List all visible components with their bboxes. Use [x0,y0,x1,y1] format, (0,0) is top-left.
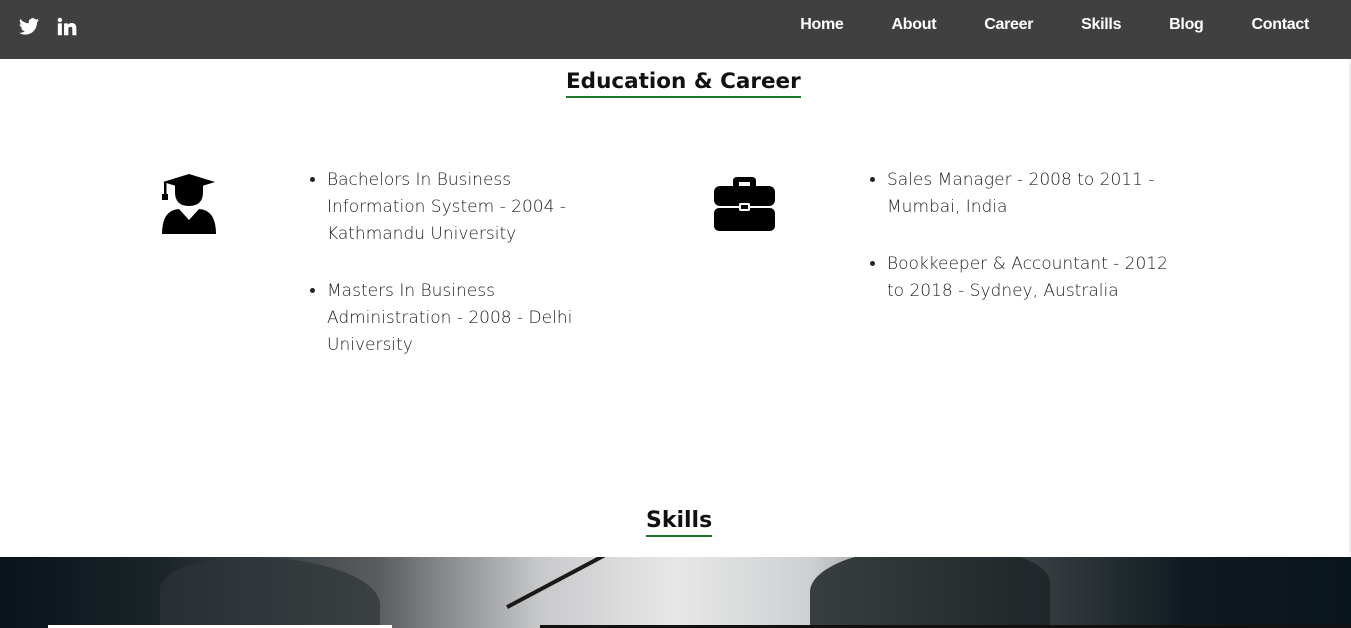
skills-background-image [0,557,1351,628]
social-links [18,16,78,38]
linkedin-icon[interactable] [56,16,78,38]
nav-contact-link[interactable]: Contact [1252,16,1310,34]
nav-career-link[interactable]: Career [984,16,1033,34]
background-pen [506,557,614,609]
nav-blog-link[interactable]: Blog [1169,16,1204,34]
education-item: Bachelors In Business Information System… [327,167,609,248]
education-list: Bachelors In Business Information System… [327,167,609,389]
graduate-icon [162,174,216,234]
background-figure [810,557,1050,628]
career-list: Sales Manager - 2008 to 2011 - Mumbai, I… [887,167,1187,335]
nav-home-link[interactable]: Home [800,16,844,34]
nav-about-link[interactable]: About [892,16,937,34]
education-career-heading: Education & Career [566,70,801,98]
career-item: Sales Manager - 2008 to 2011 - Mumbai, I… [887,167,1187,221]
education-item: Masters In Business Administration - 200… [327,278,609,359]
career-item: Bookkeeper & Accountant - 2012 to 2018 -… [887,251,1187,305]
twitter-icon[interactable] [18,16,40,38]
top-navbar: Home About Career Skills Blog Contact [0,0,1351,59]
briefcase-icon [714,177,775,231]
skills-heading: Skills [646,508,713,538]
background-figure [160,557,380,628]
main-nav: Home About Career Skills Blog Contact [752,0,1309,50]
nav-skills-link[interactable]: Skills [1081,16,1121,34]
